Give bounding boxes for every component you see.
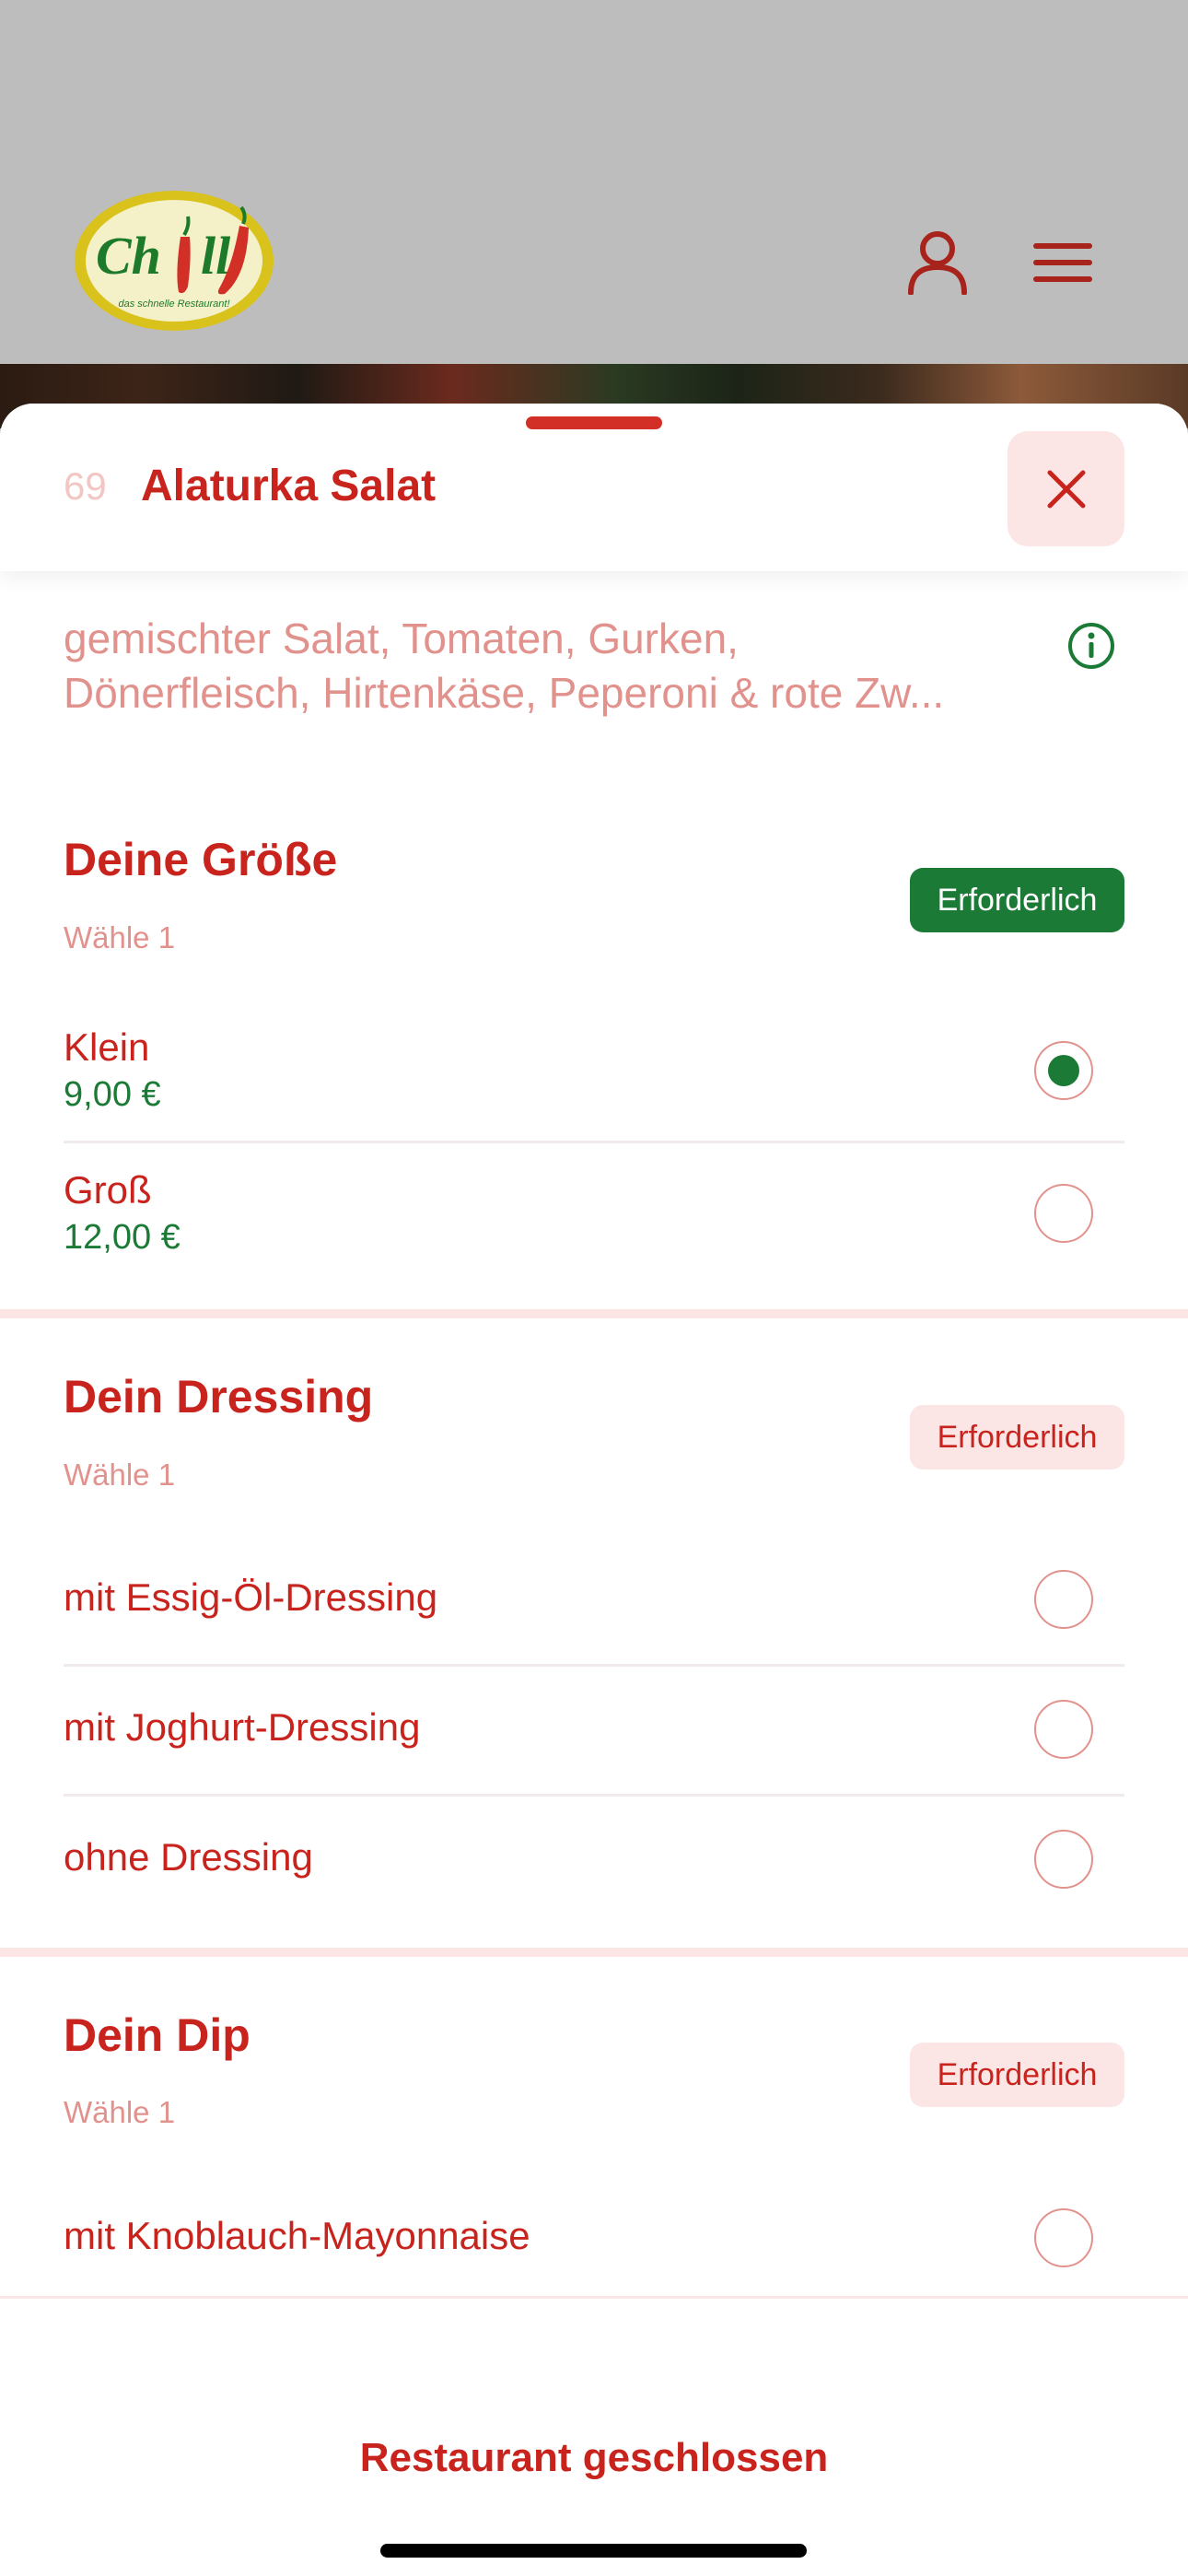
product-sheet: 69 Alaturka Salat gemischter Salat, Toma… bbox=[0, 404, 1188, 2576]
product-number: 69 bbox=[64, 464, 107, 508]
section-separator bbox=[0, 1948, 1188, 1957]
divider bbox=[64, 1664, 1124, 1667]
option-label: Klein bbox=[64, 1025, 150, 1069]
radio-knoblauch-mayonnaise[interactable] bbox=[1034, 2208, 1093, 2267]
user-icon[interactable] bbox=[901, 226, 974, 299]
description-line-1: gemischter Salat, Tomaten, Gurken, bbox=[64, 615, 739, 662]
group-subtitle-dip: Wähle 1 bbox=[64, 2095, 176, 2129]
close-icon bbox=[1047, 470, 1085, 508]
drag-handle[interactable] bbox=[526, 416, 662, 429]
option-label: ohne Dressing bbox=[64, 1835, 313, 1879]
description-line-2: Dönerfleisch, Hirtenkäse, Peperoni & rot… bbox=[64, 669, 945, 717]
option-ohne-dressing[interactable]: ohne Dressing bbox=[64, 1830, 1124, 1889]
radio-essig-oel[interactable] bbox=[1034, 1570, 1093, 1629]
radio-gross[interactable] bbox=[1034, 1184, 1093, 1243]
option-label: Groß bbox=[64, 1168, 152, 1212]
option-price: 9,00 € bbox=[64, 1075, 161, 1114]
chilli-logo[interactable]: Ch ll das schnelle Restaurant! bbox=[72, 187, 276, 334]
required-badge-dressing: Erforderlich bbox=[910, 1405, 1124, 1469]
option-label: mit Knoblauch-Mayonnaise bbox=[64, 2214, 530, 2257]
section-separator bbox=[0, 1309, 1188, 1318]
option-joghurt[interactable]: mit Joghurt-Dressing bbox=[64, 1700, 1124, 1759]
app-header: Ch ll das schnelle Restaurant! bbox=[0, 0, 1188, 364]
option-klein[interactable]: Klein 9,00 € bbox=[64, 1025, 1124, 1114]
group-title-dip: Dein Dip bbox=[64, 2009, 250, 2061]
info-icon[interactable] bbox=[1066, 621, 1116, 671]
radio-klein[interactable] bbox=[1034, 1041, 1093, 1100]
product-title: Alaturka Salat bbox=[141, 462, 437, 510]
group-title-size: Deine Größe bbox=[64, 834, 338, 885]
sheet-header: 69 Alaturka Salat bbox=[0, 404, 1188, 571]
divider bbox=[64, 1141, 1124, 1143]
option-label: mit Joghurt-Dressing bbox=[64, 1705, 421, 1749]
required-badge-size: Erforderlich bbox=[910, 868, 1124, 932]
required-badge-dip: Erforderlich bbox=[910, 2043, 1124, 2107]
sheet-footer: Restaurant geschlossen bbox=[0, 2296, 1188, 2576]
restaurant-closed-status: Restaurant geschlossen bbox=[359, 2435, 829, 2480]
option-price: 12,00 € bbox=[64, 1218, 181, 1257]
product-description: gemischter Salat, Tomaten, Gurken, Döner… bbox=[64, 612, 1058, 720]
home-indicator[interactable] bbox=[380, 2544, 807, 2558]
menu-icon[interactable] bbox=[1026, 226, 1100, 299]
option-gross[interactable]: Groß 12,00 € bbox=[64, 1168, 1124, 1257]
option-essig-oel[interactable]: mit Essig-Öl-Dressing bbox=[64, 1570, 1124, 1629]
close-button[interactable] bbox=[1007, 431, 1124, 546]
group-title-dressing: Dein Dressing bbox=[64, 1371, 374, 1423]
radio-ohne-dressing[interactable] bbox=[1034, 1830, 1093, 1889]
logo-tagline: das schnelle Restaurant! bbox=[118, 299, 229, 310]
group-subtitle-size: Wähle 1 bbox=[64, 920, 176, 954]
group-subtitle-dressing: Wähle 1 bbox=[64, 1458, 176, 1492]
svg-text:Ch: Ch bbox=[96, 226, 161, 286]
option-label: mit Essig-Öl-Dressing bbox=[64, 1575, 438, 1619]
radio-joghurt[interactable] bbox=[1034, 1700, 1093, 1759]
option-knoblauch-mayonnaise[interactable]: mit Knoblauch-Mayonnaise bbox=[64, 2208, 1124, 2267]
divider bbox=[64, 1794, 1124, 1797]
